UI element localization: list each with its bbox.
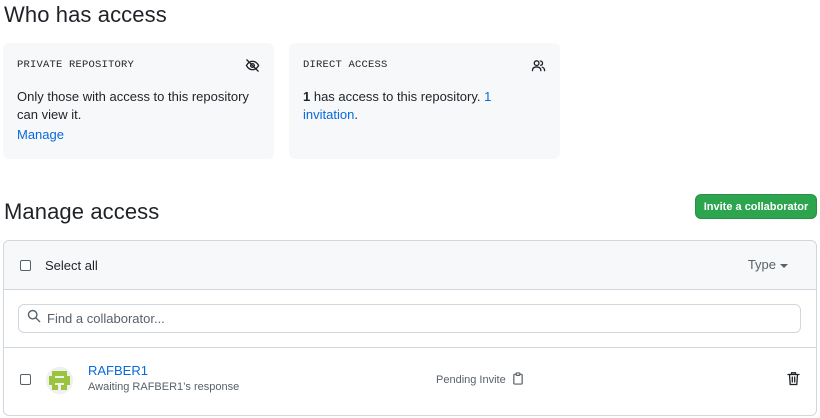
pending-invite-label: Pending Invite [436,374,506,386]
eye-closed-icon [244,57,260,73]
type-filter-dropdown[interactable]: Type [748,257,788,272]
caret-down-icon [780,263,788,268]
invite-collaborator-button[interactable]: Invite a collaborator [695,194,817,219]
direct-access-description: 1 has access to this repository. 1 invit… [303,88,546,124]
direct-access-trailing: . [354,107,358,122]
avatar [46,367,73,394]
search-row [4,290,816,348]
trash-icon[interactable] [787,371,800,391]
collaborator-search-input[interactable] [47,311,787,326]
collaborator-row: RAFBER1 Awaiting RAFBER1’s response Pend… [4,348,816,414]
select-all-checkbox[interactable] [20,259,31,271]
type-filter-label: Type [747,257,776,272]
private-repository-card: PRIVATE REPOSITORY Only those with acces… [3,43,274,159]
collaborator-checkbox[interactable] [20,374,31,385]
private-repository-title: PRIVATE REPOSITORY [17,59,135,71]
collaborator-subtitle: Awaiting RAFBER1’s response [88,381,240,393]
direct-access-card: DIRECT ACCESS 1 has access to this repos… [289,43,560,159]
search-icon [27,309,41,328]
direct-access-text: has access to this repository. [310,89,485,104]
clipboard-icon[interactable] [512,372,524,388]
select-all-label: Select all [45,257,98,273]
manage-access-heading: Manage access [4,199,160,224]
direct-access-title: DIRECT ACCESS [303,59,388,71]
who-has-access-heading: Who has access [4,2,167,27]
pending-invite-status: Pending Invite [436,372,524,388]
collaborator-name-link[interactable]: RAFBER1 [88,363,148,378]
collaborators-box: Select all Type Find a collaborator... R… [3,240,817,416]
collaborator-search-box[interactable] [18,304,801,333]
people-icon [530,57,546,73]
manage-link[interactable]: Manage [17,127,64,142]
private-repository-description: Only those with access to this repositor… [17,89,249,122]
collaborators-box-header: Select all Type [4,241,816,290]
